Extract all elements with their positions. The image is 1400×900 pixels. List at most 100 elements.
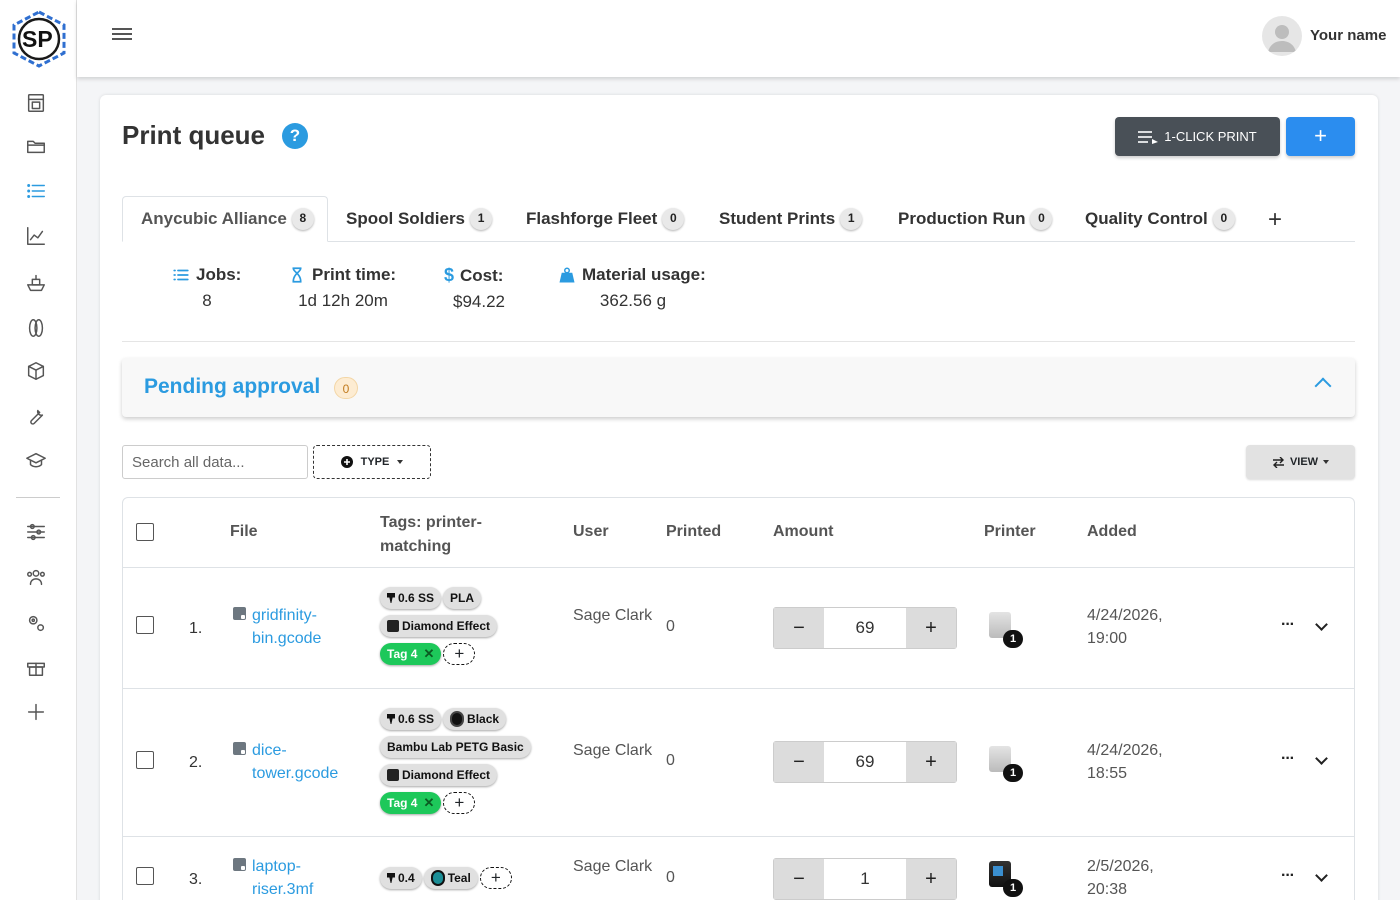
printer-thumbnail[interactable]: 1 bbox=[989, 861, 1023, 897]
tab-student-prints[interactable]: Student Prints 1 bbox=[719, 196, 863, 242]
gift-icon[interactable] bbox=[23, 654, 49, 680]
added-cell: 4/24/2026, 18:55 bbox=[1087, 742, 1163, 782]
row-checkbox[interactable] bbox=[136, 867, 154, 885]
stat-material-label: Material usage: bbox=[582, 265, 706, 284]
chevron-down-icon[interactable] bbox=[1315, 618, 1328, 631]
user-name[interactable]: Your name bbox=[1310, 27, 1386, 44]
custom-tag[interactable]: Tag 4 ✕ bbox=[380, 643, 442, 665]
tab-spool-soldiers[interactable]: Spool Soldiers 1 bbox=[346, 196, 493, 242]
file-link[interactable]: dice-tower.gcode bbox=[252, 739, 344, 785]
printers-icon[interactable] bbox=[23, 90, 49, 116]
stat-print-time-value: 1d 12h 20m bbox=[298, 291, 388, 310]
header-added[interactable]: Added bbox=[1087, 523, 1137, 541]
amount-value[interactable]: 69 bbox=[824, 608, 906, 648]
effect-tag[interactable]: Diamond Effect bbox=[380, 615, 498, 637]
users-icon[interactable] bbox=[23, 564, 49, 590]
amount-value[interactable]: 1 bbox=[824, 859, 906, 899]
tab-flashforge-fleet[interactable]: Flashforge Fleet 0 bbox=[526, 196, 685, 242]
file-link[interactable]: laptop-riser.3mf bbox=[252, 855, 344, 900]
file-link[interactable]: gridfinity-bin.gcode bbox=[252, 604, 344, 650]
header-tags[interactable]: Tags: printer-matching bbox=[380, 511, 490, 559]
tags-cell: 0.6 SS Black Bambu Lab PETG Basic Diamond… bbox=[380, 708, 555, 820]
list-icon[interactable] bbox=[23, 178, 49, 204]
tab-count-badge: 8 bbox=[291, 208, 314, 230]
type-filter-label: TYPE bbox=[360, 456, 390, 468]
decrement-button[interactable]: − bbox=[774, 742, 824, 782]
effect-tag[interactable]: Diamond Effect bbox=[380, 764, 498, 786]
view-button[interactable]: VIEW bbox=[1246, 445, 1355, 479]
add-job-button[interactable]: + bbox=[1286, 117, 1355, 156]
color-tag-label: Teal bbox=[447, 871, 471, 885]
header-printed[interactable]: Printed bbox=[666, 523, 721, 541]
nozzle-icon bbox=[387, 873, 395, 883]
chart-icon[interactable] bbox=[23, 223, 49, 249]
more-options-icon[interactable]: ··· bbox=[1281, 867, 1295, 885]
printer-thumbnail[interactable]: 1 bbox=[989, 612, 1023, 648]
added-cell: 4/24/2026, 19:00 bbox=[1087, 607, 1163, 647]
more-options-icon[interactable]: ··· bbox=[1281, 616, 1295, 634]
tab-label: Flashforge Fleet bbox=[526, 209, 658, 228]
one-click-print-button[interactable]: 1-CLICK PRINT bbox=[1115, 117, 1280, 156]
custom-tag[interactable]: Tag 4 ✕ bbox=[380, 792, 442, 814]
spool-icon[interactable] bbox=[23, 315, 49, 341]
tab-count-badge: 0 bbox=[662, 208, 685, 230]
material-tag[interactable]: PLA bbox=[443, 587, 482, 609]
amount-value[interactable]: 69 bbox=[824, 742, 906, 782]
tab-anycubic-alliance[interactable]: Anycubic Alliance 8 bbox=[122, 196, 328, 242]
nozzle-tag[interactable]: 0.6 SS bbox=[380, 708, 442, 730]
increment-button[interactable]: + bbox=[906, 608, 956, 648]
filament-tag[interactable]: Bambu Lab PETG Basic bbox=[380, 736, 531, 758]
ship-icon[interactable] bbox=[23, 270, 49, 296]
header-printer[interactable]: Printer bbox=[984, 523, 1036, 541]
add-tag-button[interactable]: + bbox=[479, 867, 512, 889]
increment-button[interactable]: + bbox=[906, 859, 956, 899]
remove-tag-icon[interactable]: ✕ bbox=[423, 795, 434, 811]
row-number: 2. bbox=[189, 754, 203, 771]
table-row[interactable]: 2. dice-tower.gcode 0.6 SS Black Bambu La… bbox=[123, 688, 1354, 836]
nozzle-icon bbox=[387, 593, 395, 603]
folder-icon[interactable] bbox=[23, 133, 49, 159]
add-tab-button[interactable]: + bbox=[1268, 206, 1282, 234]
decrement-button[interactable]: − bbox=[774, 608, 824, 648]
type-filter-button[interactable]: TYPE bbox=[313, 445, 431, 479]
tab-production-run[interactable]: Production Run 0 bbox=[898, 196, 1053, 242]
header-amount[interactable]: Amount bbox=[773, 523, 833, 541]
divider bbox=[122, 341, 1355, 342]
add-tag-button[interactable]: + bbox=[443, 792, 476, 814]
avatar[interactable] bbox=[1262, 16, 1302, 56]
help-icon[interactable]: ? bbox=[282, 123, 308, 149]
graduation-cap-icon[interactable] bbox=[23, 448, 49, 474]
chevron-down-icon[interactable] bbox=[1315, 752, 1328, 765]
search-input[interactable] bbox=[122, 445, 308, 479]
plus-icon[interactable] bbox=[23, 699, 49, 725]
remove-tag-icon[interactable]: ✕ bbox=[423, 646, 434, 662]
chevron-down-icon[interactable] bbox=[1315, 869, 1328, 882]
cube-icon[interactable] bbox=[23, 358, 49, 384]
tab-quality-control[interactable]: Quality Control 0 bbox=[1085, 196, 1235, 242]
more-options-icon[interactable]: ··· bbox=[1281, 750, 1295, 768]
hamburger-menu-icon[interactable] bbox=[112, 25, 132, 43]
sliders-icon[interactable] bbox=[23, 519, 49, 545]
increment-button[interactable]: + bbox=[906, 742, 956, 782]
pending-approval-panel[interactable]: Pending approval 0 bbox=[122, 358, 1355, 417]
select-all-checkbox[interactable] bbox=[136, 523, 154, 541]
table-row[interactable]: 1. gridfinity-bin.gcode 0.6 SS PLA Diamon… bbox=[123, 567, 1354, 688]
nozzle-tag[interactable]: 0.4 bbox=[380, 867, 422, 889]
file-icon bbox=[233, 858, 246, 871]
color-tag[interactable]: Teal bbox=[423, 867, 478, 889]
wrench-icon[interactable] bbox=[23, 403, 49, 429]
app-logo[interactable]: SP bbox=[9, 10, 69, 68]
color-tag[interactable]: Black bbox=[443, 708, 507, 730]
row-checkbox[interactable] bbox=[136, 751, 154, 769]
chevron-up-icon[interactable] bbox=[1314, 377, 1332, 395]
decrement-button[interactable]: − bbox=[774, 859, 824, 899]
gears-icon[interactable] bbox=[23, 610, 49, 636]
header-file[interactable]: File bbox=[230, 523, 258, 541]
add-tag-button[interactable]: + bbox=[443, 643, 476, 665]
header-user[interactable]: User bbox=[573, 523, 609, 541]
tab-label: Production Run bbox=[898, 209, 1026, 228]
nozzle-tag[interactable]: 0.6 SS bbox=[380, 587, 442, 609]
printer-thumbnail[interactable]: 1 bbox=[989, 746, 1023, 782]
row-checkbox[interactable] bbox=[136, 616, 154, 634]
table-row[interactable]: 3. laptop-riser.3mf 0.4 Teal + Sage Clark … bbox=[123, 836, 1354, 900]
